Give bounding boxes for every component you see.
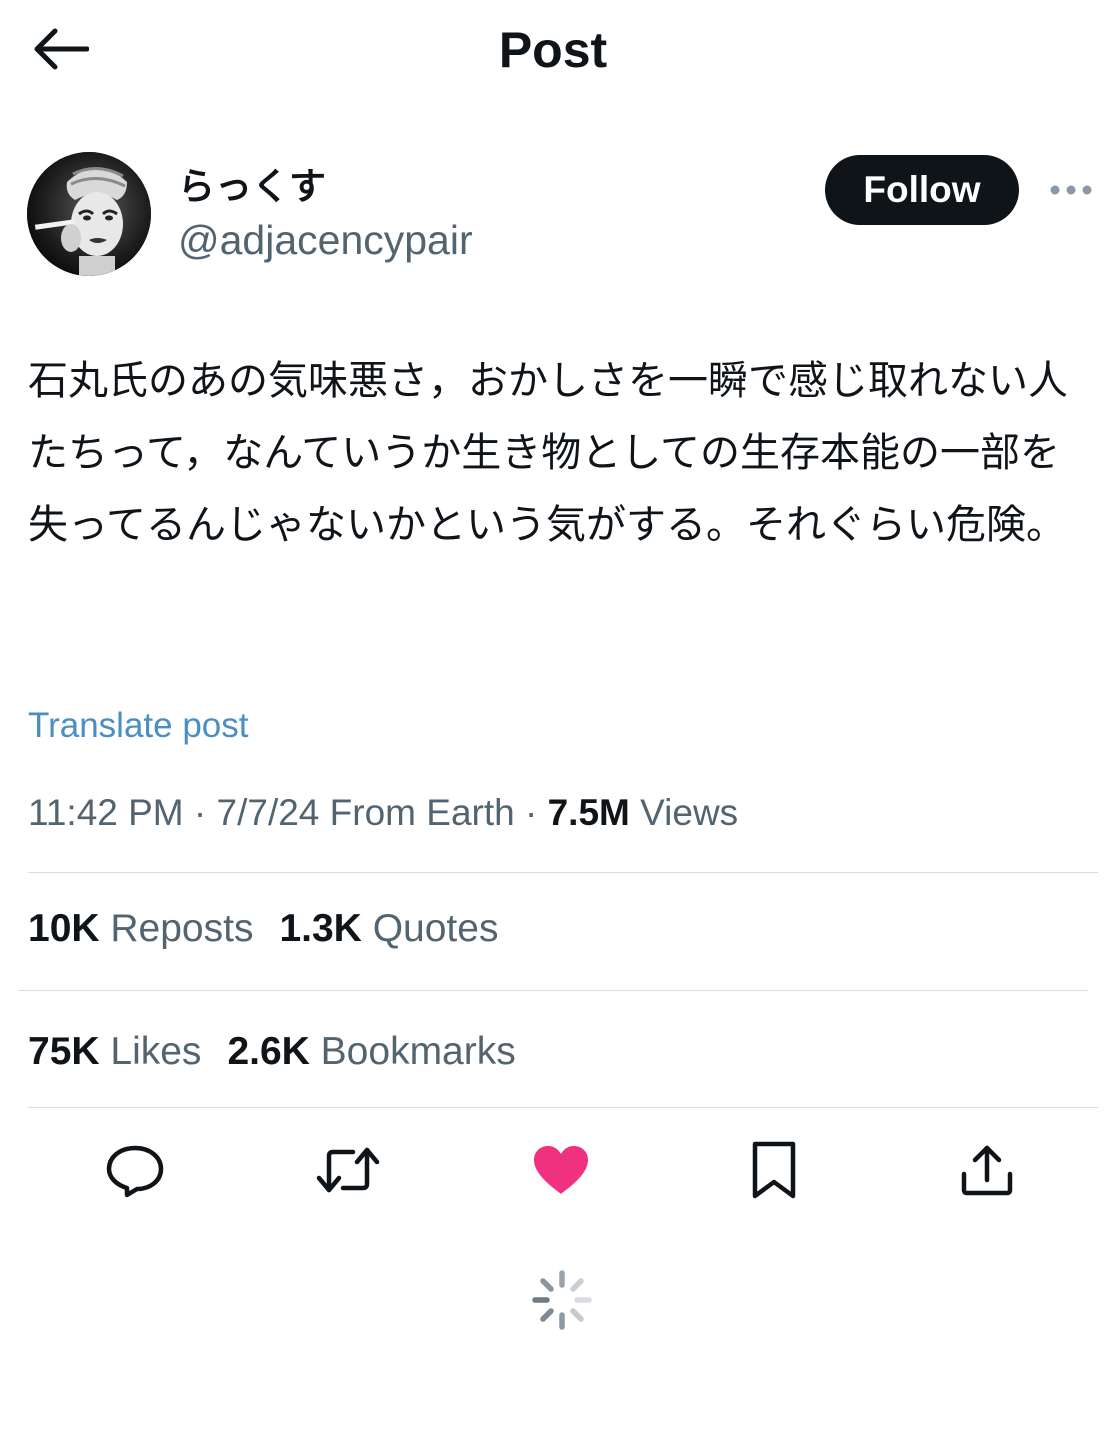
stats-row-reposts: 10K Reposts 1.3K Quotes bbox=[28, 904, 498, 954]
top-bar: Post bbox=[0, 0, 1106, 100]
likes-stat[interactable]: 75K Likes bbox=[28, 1030, 201, 1073]
post-date: 7/7/24 bbox=[216, 792, 320, 833]
divider bbox=[28, 872, 1098, 873]
views-label: Views bbox=[640, 792, 739, 833]
stats-row-likes: 75K Likes 2.6K Bookmarks bbox=[28, 1027, 516, 1077]
like-button[interactable] bbox=[521, 1130, 601, 1210]
translate-post-link[interactable]: Translate post bbox=[28, 704, 248, 748]
avatar[interactable] bbox=[27, 152, 151, 276]
reposts-stat[interactable]: 10K Reposts bbox=[28, 907, 253, 950]
meta-separator: · bbox=[193, 792, 207, 833]
bookmark-button[interactable] bbox=[734, 1130, 814, 1210]
display-name[interactable]: らっくす bbox=[178, 164, 326, 210]
quotes-stat[interactable]: 1.3K Quotes bbox=[279, 907, 498, 950]
bookmark-icon bbox=[752, 1141, 796, 1199]
post-text: 石丸氏のあの気味悪さ，おかしさを一瞬で感じ取れない人たちって，なんていうか生き物… bbox=[28, 358, 1068, 548]
share-button[interactable] bbox=[947, 1130, 1027, 1210]
meta-separator: · bbox=[525, 792, 538, 833]
bookmarks-count: 2.6K bbox=[227, 1030, 310, 1073]
likes-count: 75K bbox=[28, 1030, 100, 1073]
divider bbox=[18, 990, 1088, 991]
reply-icon bbox=[106, 1145, 164, 1198]
reposts-count: 10K bbox=[28, 907, 100, 950]
repost-button[interactable] bbox=[308, 1130, 388, 1210]
bookmarks-stat[interactable]: 2.6K Bookmarks bbox=[227, 1030, 515, 1073]
likes-label: Likes bbox=[110, 1030, 202, 1073]
page-title: Post bbox=[498, 22, 608, 78]
post-time: 11:42 PM bbox=[28, 792, 184, 833]
reply-button[interactable] bbox=[95, 1130, 175, 1210]
repost-icon bbox=[316, 1147, 380, 1193]
more-horizontal-icon bbox=[1050, 185, 1092, 195]
follow-button[interactable]: Follow bbox=[825, 155, 1019, 225]
quotes-count: 1.3K bbox=[279, 907, 362, 950]
more-button[interactable] bbox=[1046, 174, 1096, 206]
post-meta: 11:42 PM · 7/7/24 From Earth · 7.5M View… bbox=[28, 789, 738, 837]
divider bbox=[28, 1107, 1098, 1108]
post-source: From Earth bbox=[329, 792, 515, 833]
like-icon bbox=[534, 1146, 588, 1194]
share-icon bbox=[961, 1145, 1013, 1196]
bookmarks-label: Bookmarks bbox=[320, 1030, 516, 1073]
views-count: 7.5M bbox=[547, 792, 630, 833]
action-bar bbox=[0, 1130, 1106, 1220]
quotes-label: Quotes bbox=[372, 907, 499, 950]
user-handle[interactable]: @adjacencypair bbox=[178, 216, 473, 264]
avatar-image bbox=[27, 152, 151, 276]
reposts-label: Reposts bbox=[110, 907, 254, 950]
loading-spinner-icon bbox=[531, 1269, 593, 1331]
